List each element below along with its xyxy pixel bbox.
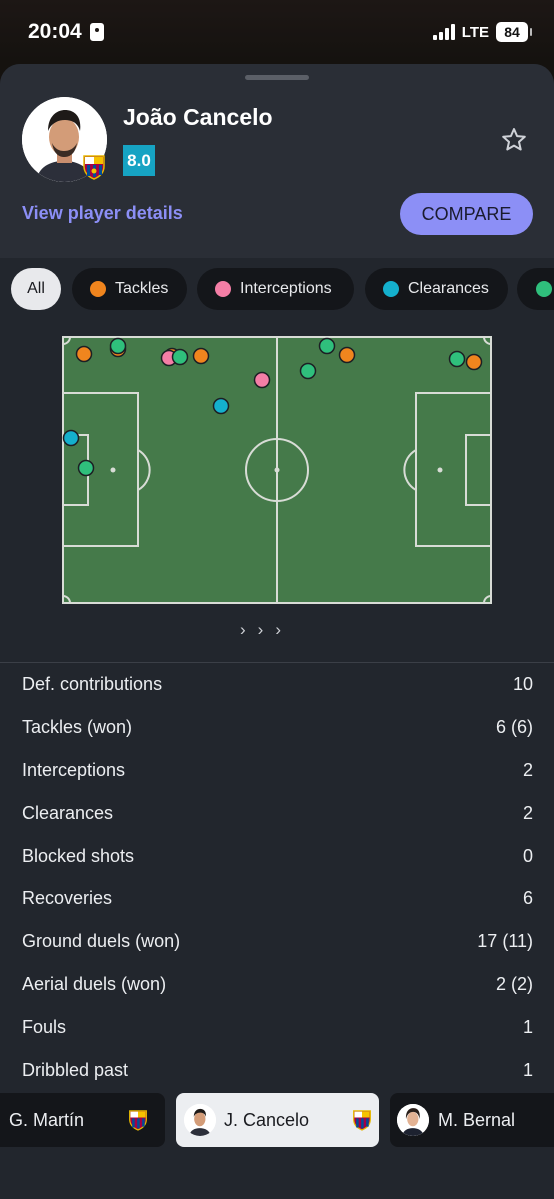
player-card-avatar [397,1104,429,1136]
stat-row: Tackles (won) 6 (6) [0,706,554,749]
view-player-details-link[interactable]: View player details [22,203,183,224]
stat-label: Def. contributions [22,673,163,694]
compare-button[interactable]: COMPARE [400,193,533,235]
rating-badge: 8.0 [123,145,155,176]
stat-value: 1 [522,1059,533,1080]
stat-row: Ground duels (won) 17 (11) [0,920,554,963]
player-sheet: João Cancelo 8.0 View player details COM… [0,64,554,1199]
clearances-dot-icon [383,281,399,297]
stat-label: Tackles (won) [22,716,133,737]
recoveries-dot-icon [536,281,552,297]
recovery-marker [77,459,95,477]
recovery-marker [171,348,189,366]
clearance-marker [62,429,80,447]
contact-card-icon [89,23,104,41]
recovery-marker [299,362,317,380]
stat-label: Interceptions [22,759,126,780]
stat-row: Clearances 2 [0,792,554,835]
favorite-star-icon[interactable] [500,126,528,154]
stat-label: Aerial duels (won) [22,974,167,995]
battery-level: 84 [504,24,520,40]
stat-value: 17 (11) [477,931,533,952]
stat-row: Def. contributions 10 [0,663,554,706]
player-card-avatar [184,1104,216,1136]
filter-chip-recoveries[interactable] [517,268,554,310]
player-switcher: G. Martín J. Cancelo M. Bernal [0,1093,554,1147]
player-card-g-martin[interactable]: G. Martín [0,1093,165,1147]
recovery-marker [109,337,127,355]
network-label: LTE [461,23,489,41]
battery-icon: 84 [496,22,532,42]
stat-value: 6 (6) [495,716,533,737]
filter-chip-all[interactable]: All [11,268,61,310]
recovery-marker [448,350,466,368]
filter-chip-label: Interceptions [240,280,332,297]
clock: 20:04 [28,20,82,43]
player-name: João Cancelo [123,104,273,130]
tackle-marker [75,345,93,363]
pitch-svg [62,336,492,604]
filter-chip-interceptions[interactable]: Interceptions [197,268,354,310]
player-card-m-bernal[interactable]: M. Bernal [390,1093,554,1147]
status-time: 20:04 [28,20,104,44]
stat-value: 2 [522,802,533,823]
tackle-marker [338,346,356,364]
tackle-marker [192,347,210,365]
tackle-marker [465,353,483,371]
stat-label: Blocked shots [22,845,135,866]
player-header: João Cancelo 8.0 View player details COM… [0,64,554,258]
filter-chip-label: Clearances [408,280,489,297]
player-card-name: G. Martín [9,1109,85,1130]
stat-value: 0 [522,845,533,866]
club-badge-icon [83,155,105,180]
attack-direction-icon: › › › [240,620,281,640]
pitch-map [62,336,492,609]
club-badge-icon [129,1110,147,1131]
club-badge-icon [353,1110,371,1131]
stat-value: 2 (2) [495,974,533,995]
chevron-right-icon: › [240,620,246,639]
signal-icon [432,24,455,40]
stat-value: 10 [512,673,533,694]
status-bar: 20:04 LTE 84 [0,0,554,64]
chevron-right-icon: › [257,620,264,639]
player-card-name: J. Cancelo [224,1109,310,1130]
stat-value: 6 [522,888,533,909]
filter-chips: All Tackles Interceptions Clearances [0,268,554,310]
stat-label: Clearances [22,802,114,823]
stat-row: Recoveries 6 [0,877,554,920]
stat-label: Ground duels (won) [22,931,181,952]
stat-label: Fouls [22,1017,67,1038]
stat-row: Dribbled past 1 [0,1049,554,1092]
player-card-j-cancelo[interactable]: J. Cancelo [176,1093,379,1147]
sheet-grabber[interactable] [245,75,309,80]
filter-chip-clearances[interactable]: Clearances [365,268,508,310]
interception-marker [253,371,271,389]
stat-row: Interceptions 2 [0,749,554,792]
filter-chip-tackles[interactable]: Tackles [72,268,187,310]
filter-chip-label: All [27,280,45,297]
stat-value: 1 [522,1017,533,1038]
tackles-dot-icon [90,281,106,297]
stat-value: 2 [522,759,533,780]
stat-row: Fouls 1 [0,1006,554,1049]
stat-label: Dribbled past [22,1059,129,1080]
status-indicators: LTE 84 [432,22,532,42]
chevron-right-icon: › [275,620,282,639]
stat-row: Blocked shots 0 [0,835,554,878]
stat-row: Aerial duels (won) 2 (2) [0,963,554,1006]
stat-label: Recoveries [22,888,113,909]
interceptions-dot-icon [215,281,231,297]
stats-list: Def. contributions 10 Tackles (won) 6 (6… [0,663,554,1092]
player-card-name: M. Bernal [438,1109,516,1130]
clearance-marker [212,397,230,415]
filter-chip-label: Tackles [115,280,169,297]
recovery-marker [318,337,336,355]
